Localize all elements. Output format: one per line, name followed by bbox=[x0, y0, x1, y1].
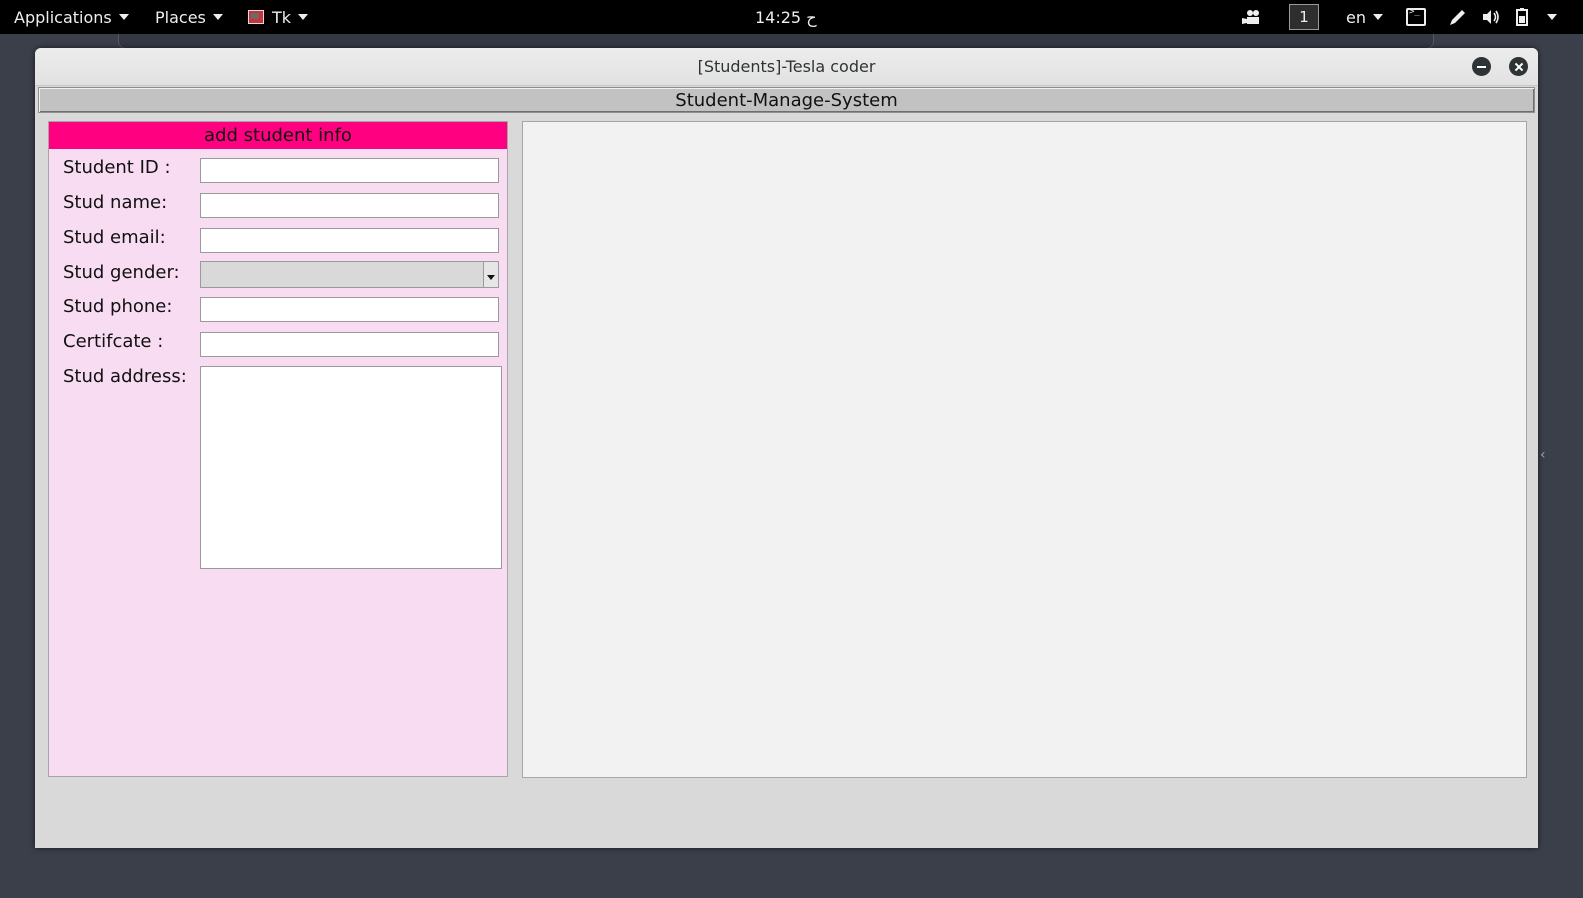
panel-title: add student info bbox=[49, 122, 507, 149]
system-menu[interactable] bbox=[1540, 0, 1557, 34]
student-phone-input[interactable] bbox=[200, 297, 499, 322]
student-id-label: Student ID : bbox=[63, 157, 171, 178]
tk-app-icon bbox=[248, 10, 264, 24]
window-titlebar[interactable]: [Students]-Tesla coder bbox=[35, 48, 1538, 86]
chevron-down-icon bbox=[118, 14, 129, 20]
applications-label: Applications bbox=[14, 7, 112, 27]
app-menu[interactable]: Tk bbox=[248, 0, 309, 34]
video-camera-icon bbox=[1240, 6, 1262, 28]
pen-indicator[interactable] bbox=[1447, 0, 1469, 34]
student-address-label: Stud address: bbox=[63, 366, 187, 387]
battery-icon bbox=[1512, 6, 1534, 28]
workspace-indicator[interactable]: 1 bbox=[1289, 0, 1319, 34]
pen-icon bbox=[1447, 6, 1469, 28]
applications-menu[interactable]: Applications bbox=[14, 0, 129, 34]
terminal-launcher[interactable] bbox=[1406, 0, 1426, 34]
student-id-input[interactable] bbox=[200, 158, 499, 183]
window-title: [Students]-Tesla coder bbox=[697, 57, 876, 76]
chevron-down-icon bbox=[1372, 14, 1383, 20]
student-address-textarea[interactable] bbox=[200, 366, 502, 569]
student-list-panel bbox=[522, 121, 1527, 778]
student-phone-label: Stud phone: bbox=[63, 296, 173, 317]
chevron-down-icon bbox=[212, 14, 223, 20]
terminal-icon bbox=[1406, 7, 1426, 26]
video-camera-indicator[interactable] bbox=[1240, 0, 1262, 34]
workspace-number: 1 bbox=[1289, 4, 1319, 30]
certificate-input[interactable] bbox=[200, 332, 499, 357]
volume-icon bbox=[1480, 6, 1502, 28]
student-email-label: Stud email: bbox=[63, 227, 166, 248]
language-label: en bbox=[1346, 7, 1366, 27]
background-window bbox=[118, 34, 1434, 49]
students-window: [Students]-Tesla coder Student-Manage-Sy… bbox=[35, 48, 1538, 848]
volume-indicator[interactable] bbox=[1480, 0, 1502, 34]
app-header: Student-Manage-System bbox=[38, 87, 1535, 113]
chevron-down-icon bbox=[298, 14, 309, 20]
add-student-panel: add student info Student ID : Stud name:… bbox=[48, 121, 508, 777]
chevron-left-icon: ‹ bbox=[1540, 447, 1546, 463]
app-menu-label: Tk bbox=[272, 7, 292, 27]
student-gender-combobox[interactable] bbox=[200, 261, 499, 288]
places-label: Places bbox=[155, 7, 206, 27]
student-name-label: Stud name: bbox=[63, 192, 168, 213]
chevron-down-icon bbox=[1547, 14, 1557, 20]
language-menu[interactable]: en bbox=[1346, 0, 1383, 34]
student-gender-label: Stud gender: bbox=[63, 262, 180, 283]
panel-title-label: add student info bbox=[204, 125, 352, 146]
minimize-button[interactable] bbox=[1472, 57, 1491, 76]
app-header-title: Student-Manage-System bbox=[675, 89, 898, 111]
close-button[interactable] bbox=[1509, 57, 1528, 76]
chevron-down-icon[interactable] bbox=[483, 262, 498, 287]
student-name-input[interactable] bbox=[200, 193, 499, 218]
certificate-label: Certifcate : bbox=[63, 331, 164, 352]
battery-indicator[interactable] bbox=[1512, 0, 1534, 34]
student-email-input[interactable] bbox=[200, 228, 499, 253]
top-panel: Applications Places Tk 14:25 ح 1 en bbox=[0, 0, 1583, 34]
clock-label: 14:25 ح bbox=[755, 7, 817, 27]
places-menu[interactable]: Places bbox=[155, 0, 223, 34]
clock[interactable]: 14:25 ح bbox=[755, 0, 817, 34]
